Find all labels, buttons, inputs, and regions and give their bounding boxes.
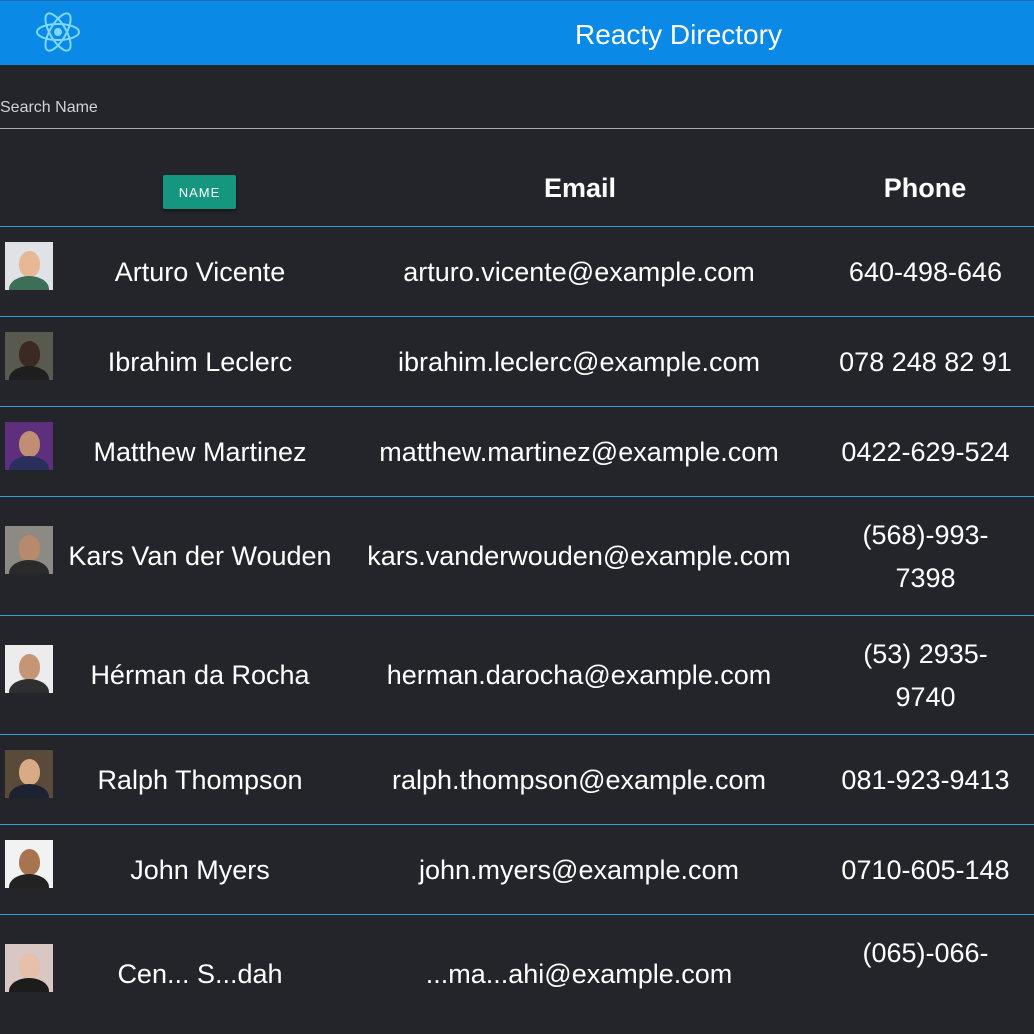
phone-cell: 081-923-9413 [841, 765, 1010, 795]
table-row: Ralph Thompson ralph.thompson@example.co… [0, 735, 1034, 825]
name-cell: Matthew Martinez [93, 437, 307, 467]
phone-cell: 078 248 82 91 [839, 347, 1012, 377]
phone-cell: (065)-066- [862, 938, 989, 968]
avatar [5, 840, 53, 888]
email-cell: ...ma...ahi@example.com [425, 959, 733, 989]
table-row: Arturo Vicente arturo.vicente@example.co… [0, 227, 1034, 317]
name-cell: Arturo Vicente [114, 257, 286, 287]
avatar [5, 242, 53, 290]
name-cell: Ralph Thompson [97, 765, 303, 795]
name-cell: Cen... S...dah [117, 959, 283, 989]
email-cell: herman.darocha@example.com [386, 660, 772, 690]
phone-cell: 0422-629-524 [841, 437, 1010, 467]
app-bar: Reacty Directory [0, 0, 1034, 65]
table-row: Hérman da Rocha herman.darocha@example.c… [0, 616, 1034, 735]
avatar [5, 645, 53, 693]
app-title: Reacty Directory [575, 19, 782, 50]
email-cell: ibrahim.leclerc@example.com [397, 347, 761, 377]
table-header: NAME Email Phone [0, 129, 1034, 227]
email-cell: john.myers@example.com [418, 855, 740, 885]
column-header-email: Email [543, 173, 617, 203]
react-atom-icon[interactable] [34, 8, 82, 56]
avatar [5, 422, 53, 470]
column-header-phone: Phone [883, 173, 967, 203]
table-row: Cen... S...dah ...ma...ahi@example.com (… [0, 915, 1034, 1034]
phone-cell: (568)-993-7398 [862, 520, 989, 593]
name-cell: Ibrahim Leclerc [107, 347, 293, 377]
search-field [0, 65, 1034, 129]
name-cell: John Myers [130, 855, 270, 885]
email-cell: kars.vanderwouden@example.com [367, 541, 791, 571]
sort-by-name-button[interactable]: NAME [163, 175, 236, 209]
name-cell: Kars Van der Wouden [68, 541, 332, 571]
search-input[interactable] [0, 95, 1034, 121]
phone-cell: (53) 2935-9740 [863, 639, 988, 712]
avatar [5, 750, 53, 798]
email-cell: ralph.thompson@example.com [391, 765, 767, 795]
phone-cell: 640-498-646 [848, 257, 1003, 287]
table-row: Kars Van der Wouden kars.vanderwouden@ex… [0, 497, 1034, 616]
table-row: John Myers john.myers@example.com 0710-6… [0, 825, 1034, 915]
avatar [5, 332, 53, 380]
phone-cell: 0710-605-148 [841, 855, 1010, 885]
table-row: Ibrahim Leclerc ibrahim.leclerc@example.… [0, 317, 1034, 407]
name-cell: Hérman da Rocha [90, 660, 310, 690]
table-row: Matthew Martinez matthew.martinez@exampl… [0, 407, 1034, 497]
avatar [5, 944, 53, 992]
email-cell: arturo.vicente@example.com [403, 257, 755, 287]
avatar [5, 526, 53, 574]
email-cell: matthew.martinez@example.com [379, 437, 779, 467]
